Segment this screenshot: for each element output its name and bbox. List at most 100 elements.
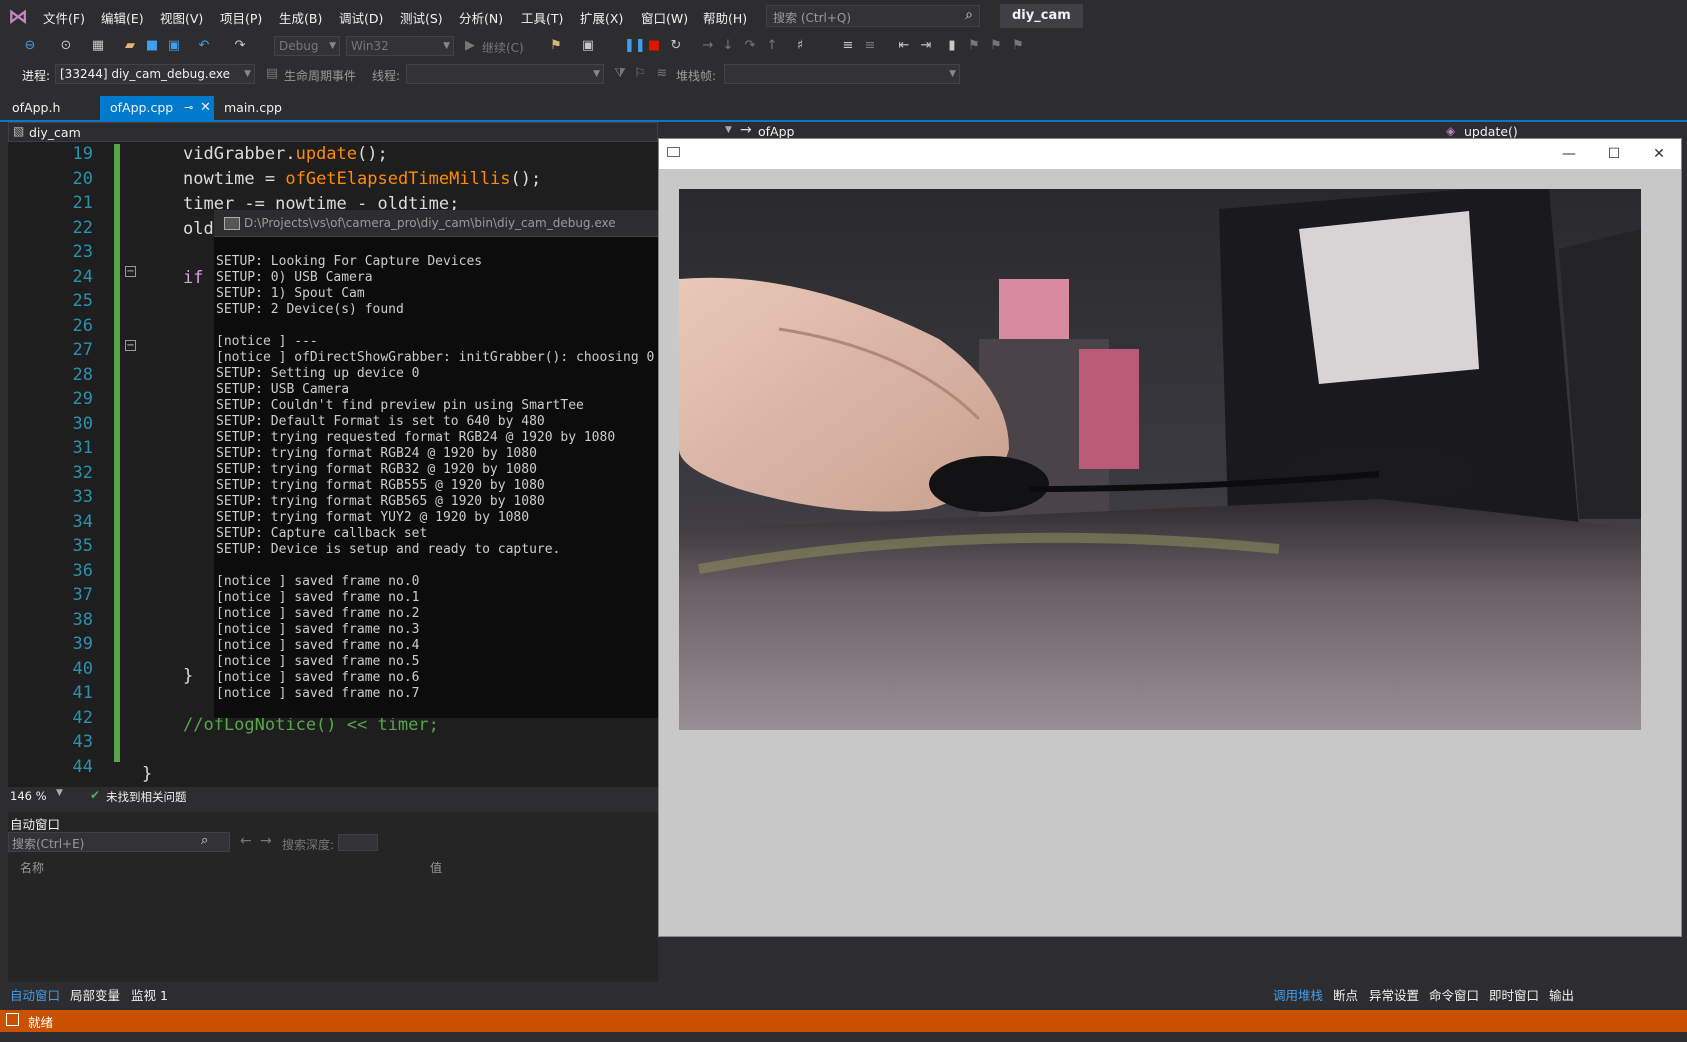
configuration-select[interactable]: Debug ▼: [274, 36, 340, 56]
menu-test[interactable]: 测试(S): [400, 8, 443, 27]
continue-icon[interactable]: ▶: [462, 38, 478, 54]
prev-bookmark-icon[interactable]: ⚑: [966, 38, 982, 54]
menu-file[interactable]: 文件(F): [43, 8, 85, 27]
autos-window: 自动窗口 搜索(Ctrl+E) ⌕ ← → 搜索深度: 名称 值: [8, 812, 658, 982]
menu-tools[interactable]: 工具(T): [521, 8, 563, 27]
step-into-icon[interactable]: ↓: [720, 38, 736, 54]
collapse-icon[interactable]: −: [125, 266, 136, 277]
quick-launch-search[interactable]: 搜索 (Ctrl+Q) ⌕: [766, 5, 980, 27]
arrow-right-icon[interactable]: →: [260, 833, 272, 849]
continue-label[interactable]: 继续(C): [482, 39, 524, 56]
indent-icon[interactable]: ⇥: [918, 38, 934, 54]
thread-select[interactable]: ▼: [406, 64, 604, 84]
minimize-icon[interactable]: —: [1559, 145, 1579, 163]
menu-build[interactable]: 生成(B): [279, 8, 322, 27]
tab-autos[interactable]: 自动窗口: [10, 985, 60, 1004]
console-title-bar[interactable]: D:\Projects\vs\of\camera_pro\diy_cam\bin…: [214, 210, 658, 237]
restart-icon[interactable]: ↻: [668, 38, 684, 54]
console-line: [notice ] ofDirectShowGrabber: initGrabb…: [216, 350, 655, 365]
stop-icon[interactable]: ■: [646, 38, 662, 54]
maximize-icon[interactable]: ☐: [1604, 145, 1624, 163]
hex-display-icon[interactable]: ♯: [792, 38, 808, 54]
tab-command-window[interactable]: 命令窗口: [1429, 985, 1479, 1004]
menu-analyze[interactable]: 分析(N): [459, 8, 503, 27]
line-number: 20: [72, 168, 93, 189]
code-line-24: if: [183, 268, 204, 288]
search-icon[interactable]: ⌕: [965, 7, 973, 23]
console-line: [notice ] saved frame no.6: [216, 670, 420, 685]
tab-exception-settings[interactable]: 异常设置: [1369, 985, 1419, 1004]
code-line-19: vidGrabber.update();: [183, 144, 388, 164]
step-out-icon[interactable]: ↑: [764, 38, 780, 54]
back-icon[interactable]: ⊖: [22, 38, 38, 54]
step-over-icon[interactable]: ↷: [742, 38, 758, 54]
outdent-icon[interactable]: ⇤: [896, 38, 912, 54]
open-icon[interactable]: ▰: [122, 38, 138, 54]
flag-icon[interactable]: ⚐: [632, 66, 648, 82]
save-all-icon[interactable]: ▣: [166, 38, 182, 54]
project-navigation-dropdown[interactable]: ▧ diy_cam ▼: [8, 122, 732, 142]
line-number: 29: [72, 389, 93, 409]
lifecycle-events-label[interactable]: 生命周期事件: [284, 67, 356, 84]
menu-help[interactable]: 帮助(H): [703, 8, 747, 27]
console-output: SETUP: Looking For Capture Devices SETUP:…: [216, 254, 656, 702]
pin-icon[interactable]: ⊸: [184, 96, 193, 120]
browse-icon[interactable]: ⚑: [548, 38, 564, 54]
filter-icon[interactable]: ⧩: [612, 66, 628, 82]
status-icon: [6, 1013, 19, 1026]
menu-extensions[interactable]: 扩展(X): [580, 8, 623, 27]
nav-class-label[interactable]: ofApp: [758, 124, 794, 139]
close-icon[interactable]: ✕: [200, 96, 211, 120]
tab-output[interactable]: 输出: [1549, 985, 1574, 1004]
pause-icon[interactable]: ❚❚: [624, 38, 646, 54]
line-number: 22: [72, 217, 93, 238]
tab-watch-1[interactable]: 监视 1: [131, 985, 168, 1004]
menu-window[interactable]: 窗口(W): [641, 8, 688, 27]
comment-icon[interactable]: ≡: [840, 38, 856, 54]
console-line: [notice ] saved frame no.3: [216, 622, 420, 637]
app-window[interactable]: — ☐ ✕: [658, 138, 1682, 937]
autos-search-input[interactable]: 搜索(Ctrl+E) ⌕: [8, 832, 230, 852]
chevron-down-icon: ▼: [443, 41, 450, 51]
save-icon[interactable]: ■: [144, 38, 160, 54]
clear-bookmarks-icon[interactable]: ⚑: [1010, 38, 1026, 54]
close-icon[interactable]: ✕: [1649, 145, 1669, 163]
search-icon[interactable]: ⌕: [201, 833, 208, 848]
new-project-icon[interactable]: ▦: [90, 38, 106, 54]
tab-main-cpp[interactable]: main.cpp: [214, 96, 292, 120]
chevron-down-icon[interactable]: ▼: [56, 788, 63, 798]
column-name-header[interactable]: 名称: [20, 859, 44, 876]
next-bookmark-icon[interactable]: ⚑: [988, 38, 1004, 54]
app-client-area: [659, 169, 1681, 936]
zoom-level[interactable]: 146 %: [10, 789, 47, 803]
search-depth-select[interactable]: [338, 834, 378, 851]
tab-ofapp-cpp[interactable]: ofApp.cpp ⊸ ✕: [100, 96, 214, 120]
platform-select[interactable]: Win32 ▼: [346, 36, 454, 56]
tab-ofapp-h[interactable]: ofApp.h: [2, 96, 70, 120]
tab-immediate-window[interactable]: 即时窗口: [1489, 985, 1539, 1004]
redo-icon[interactable]: ↷: [232, 38, 248, 54]
solution-name: diy_cam: [1000, 4, 1083, 28]
tab-breakpoints[interactable]: 断点: [1333, 985, 1358, 1004]
menu-debug[interactable]: 调试(D): [339, 8, 383, 27]
tab-call-stack[interactable]: 调用堆栈: [1273, 985, 1323, 1004]
issues-status[interactable]: 未找到相关问题: [106, 789, 187, 805]
arrow-left-icon[interactable]: ←: [240, 833, 252, 849]
hot-reload-icon[interactable]: ▣: [580, 38, 596, 54]
process-select[interactable]: [33244] diy_cam_debug.exe ▼: [55, 64, 255, 84]
column-value-header[interactable]: 值: [430, 859, 442, 876]
uncomment-icon[interactable]: ≡: [862, 38, 878, 54]
tab-locals[interactable]: 局部变量: [70, 985, 120, 1004]
nav-member-label[interactable]: update(): [1464, 124, 1518, 139]
collapse-icon[interactable]: −: [125, 340, 136, 351]
menu-project[interactable]: 项目(P): [220, 8, 262, 27]
menu-view[interactable]: 视图(V): [160, 8, 203, 27]
show-next-statement-icon[interactable]: →: [700, 38, 716, 54]
stack-icon[interactable]: ≋: [654, 66, 670, 82]
menu-edit[interactable]: 编辑(E): [101, 8, 144, 27]
app-title-bar[interactable]: — ☐ ✕: [659, 139, 1681, 169]
bookmark-icon[interactable]: ▮: [944, 38, 960, 54]
forward-icon[interactable]: ⊙: [58, 38, 74, 54]
undo-icon[interactable]: ↶: [196, 38, 212, 54]
stackframe-select[interactable]: ▼: [724, 64, 960, 84]
